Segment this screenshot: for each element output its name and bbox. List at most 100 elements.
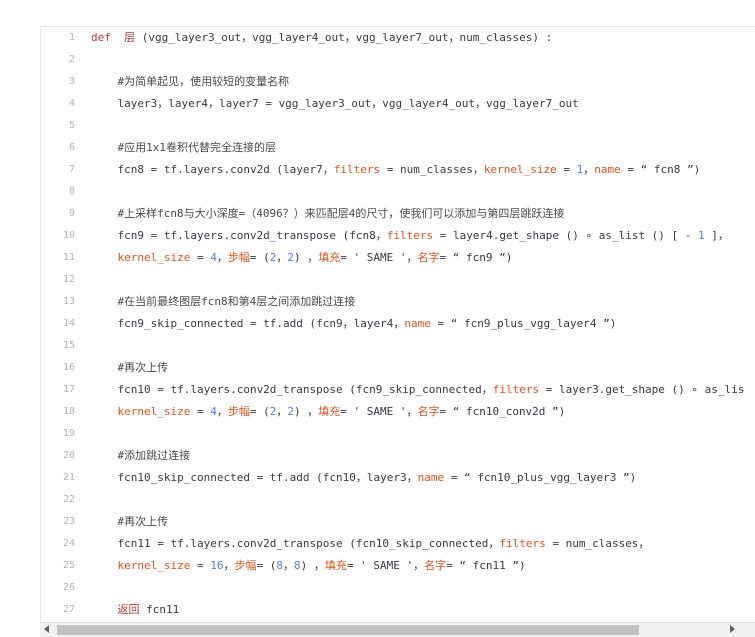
chevron-left-icon[interactable] [44,625,49,633]
code-token: ， [223,559,235,572]
line-number: 17 [62,384,75,395]
code-token: = [556,163,577,176]
code-token: fcn11 [139,603,180,616]
code-token: 名字 [417,405,440,418]
code-token: = [190,559,211,572]
code-line: 10 fcn9 = tf.layers.conv2d_transpose (fc… [41,225,755,247]
code-token: = ( [249,251,270,264]
code-token: = “ fcn10_conv2d ”) [439,405,566,418]
scrollbar-thumb[interactable] [57,625,639,635]
code-token: def [91,31,111,44]
code-token: ) ， [300,559,325,572]
line-number: 5 [68,120,75,131]
line-number: 24 [62,538,75,549]
line-number: 6 [68,142,75,153]
code-text: kernel_size = 4，步幅= (2，2) ，填充= ' SAME '，… [91,401,566,423]
code-line: 22 [41,489,755,511]
line-number: 25 [62,560,75,571]
code-line: 27 返回 fcn11 [41,599,755,621]
code-token: ， [216,405,228,418]
code-token: = ( [256,559,277,572]
code-token: #再次上传 [91,515,169,528]
code-text: def 层 (vgg_layer3_out，vgg_layer4_out，vgg… [91,27,552,49]
line-number: 4 [68,98,75,109]
code-token: filters [333,163,381,176]
code-token: 名字 [417,251,440,264]
line-number: 22 [62,494,75,505]
code-token: 8 [276,559,283,572]
line-number: 10 [62,230,75,241]
line-number: 26 [62,582,75,593]
line-number: 12 [62,274,75,285]
line-number: 2 [68,54,75,65]
horizontal-scrollbar[interactable] [40,622,755,637]
code-token: = “ fcn9 ”) [439,251,513,264]
code-line: 13 #在当前最终图层fcn8和第4层之间添加跳过连接 [41,291,755,313]
line-number: 11 [62,252,75,263]
code-token: ) ， [293,251,319,264]
code-token: fcn9_skip_connected = tf.add (fcn9，layer… [91,317,405,330]
code-line: 12 [41,269,755,291]
code-token: (vgg_layer3_out，vgg_layer4_out，vgg_layer… [135,31,553,44]
code-token: 步幅 [234,559,257,572]
code-token: = num_classes， [380,163,484,176]
code-text: #应用1x1卷积代替完全连接的层 [91,137,276,159]
line-number: 1 [68,32,75,43]
code-token: fcn9 = tf.layers.conv2d_transpose (fcn8， [91,229,387,242]
code-text: fcn9_skip_connected = tf.add (fcn9，layer… [91,313,616,335]
code-line: 25 kernel_size = 16，步幅= (8，8) ，填充= ' SAM… [41,555,755,577]
code-token: = num_classes， [545,537,650,550]
code-token: filters [386,229,434,242]
code-line: 17 fcn10 = tf.layers.conv2d_transpose (f… [41,379,755,401]
code-token: = ( [249,405,270,418]
code-token: kernel_size [117,405,191,418]
code-token: ]， [704,229,729,242]
code-token: ， [282,559,294,572]
code-line: 14 fcn9_skip_connected = tf.add (fcn9，la… [41,313,755,335]
code-token: = “ fcn9_plus_vgg_layer4 ”) [430,317,617,330]
code-token: name [594,163,621,176]
code-token: 4 [210,405,217,418]
code-line: 8 [41,181,755,203]
code-token: kernel_size [483,163,557,176]
code-token: #在当前最终图层fcn8和第4层之间添加跳过连接 [91,295,356,308]
code-token: #添加跳过连接 [91,449,191,462]
code-text: #再次上传 [91,357,168,379]
chevron-right-icon[interactable] [730,625,735,633]
code-token: 2 [287,251,294,264]
code-text: layer3，layer4，layer7 = vgg_layer3_out，vg… [91,93,578,115]
code-text: #添加跳过连接 [91,445,190,467]
code-token: = layer3.get_shape () ∘ as_lis [539,383,745,396]
code-token: 16 [210,559,224,572]
line-number: 23 [62,516,75,527]
code-line: 7 fcn8 = tf.layers.conv2d (layer7，filter… [41,159,755,181]
code-text: #再次上传 [91,511,168,533]
code-line: 6 #应用1x1卷积代替完全连接的层 [41,137,755,159]
code-viewer[interactable]: 1 def 层 (vgg_layer3_out，vgg_layer4_out，vg… [40,26,755,637]
code-token: name [404,317,431,330]
code-token: 1 [698,229,705,242]
line-number: 3 [68,76,75,87]
line-number: 14 [62,318,75,329]
code-token: ， [276,251,288,264]
code-token: = [190,251,211,264]
code-token: kernel_size [117,251,191,264]
code-token: 2 [287,405,294,418]
code-line: 16 #再次上传 [41,357,755,379]
code-token: = ' SAME '， [340,251,418,264]
line-number: 13 [62,296,75,307]
code-token: 步幅 [227,405,250,418]
code-line: 20 #添加跳过连接 [41,445,755,467]
code-token: ) ， [293,405,319,418]
code-line: 11 kernel_size = 4，步幅= (2，2) ，填充= ' SAME… [41,247,755,269]
code-token: 填充 [318,405,341,418]
code-text: fcn8 = tf.layers.conv2d (layer7，filters … [91,159,700,181]
line-number: 15 [62,340,75,351]
code-line: 23 #再次上传 [41,511,755,533]
code-token: #应用1x1卷积代替完全连接的层 [91,141,276,154]
line-number: 27 [62,604,75,615]
